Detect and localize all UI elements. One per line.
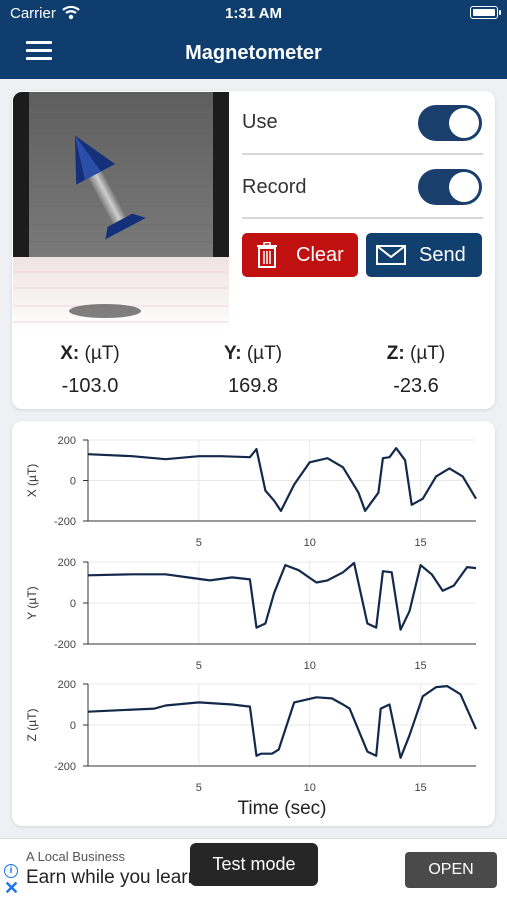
z-axis-label: Z: xyxy=(386,343,405,364)
x-tick-label: 15 xyxy=(414,782,426,794)
clock: 1:31 AM xyxy=(225,5,282,22)
x-value: -103.0 xyxy=(61,375,119,397)
y-tick-label: 0 xyxy=(70,476,76,488)
y-tick-label: 200 xyxy=(58,557,76,569)
z-unit: (µT) xyxy=(410,343,446,364)
ad-advertiser: A Local Business xyxy=(26,849,126,864)
clear-button-label: Clear xyxy=(296,244,344,266)
y-axis-label: Z (µT) xyxy=(25,709,39,742)
sensor-card: Use Record Clear Send X: (µT) -103.0 Y: … xyxy=(12,91,495,409)
charts-card: 200 0 -200 5 10 15 X (µT) 200 0 -200 5 10 15 Y (µT) 20… xyxy=(12,421,495,826)
y-unit: (µT) xyxy=(246,343,283,364)
x-reading: X: (µT) -103.0 xyxy=(20,343,160,398)
y-axis-label: Y (µT) xyxy=(25,586,39,619)
x-axis-label: X: xyxy=(60,343,80,364)
z-reading: Z: (µT) -23.6 xyxy=(346,343,486,398)
send-button-label: Send xyxy=(419,244,466,266)
send-button[interactable]: Send xyxy=(366,233,482,277)
divider xyxy=(242,153,483,155)
z-value: -23.6 xyxy=(393,375,439,397)
magnetometer-charts: 200 0 -200 5 10 15 X (µT) 200 0 -200 5 10 15 Y (µT) 20… xyxy=(25,435,478,819)
x-tick-label: 10 xyxy=(304,537,316,549)
ad-open-button[interactable]: OPEN xyxy=(405,852,497,888)
trash-icon xyxy=(257,242,277,268)
page-title: Magnetometer xyxy=(185,42,322,64)
battery-icon xyxy=(470,6,501,19)
record-label: Record xyxy=(242,176,307,198)
status-bar: Carrier 1:31 AM xyxy=(0,0,507,27)
x-unit: (µT) xyxy=(84,343,120,364)
y-axis-label: Y: xyxy=(223,343,242,364)
clear-button[interactable]: Clear xyxy=(242,233,358,277)
y-axis-label: X (µT) xyxy=(25,464,39,498)
y-tick-label: -200 xyxy=(54,761,76,773)
y-reading: Y: (µT) 169.8 xyxy=(183,343,323,398)
series-line xyxy=(87,561,477,631)
y-tick-label: 200 xyxy=(58,679,76,691)
y-tick-label: 0 xyxy=(70,598,76,610)
close-icon[interactable]: ✕ xyxy=(4,878,19,899)
y-value: 169.8 xyxy=(227,375,279,397)
info-icon[interactable]: i xyxy=(4,864,18,878)
use-label: Use xyxy=(242,111,278,133)
x-tick-label: 10 xyxy=(304,660,316,672)
x-tick-label: 15 xyxy=(414,660,426,672)
x-tick-label: 5 xyxy=(196,782,202,794)
ad-headline: Earn while you learn xyxy=(26,867,196,888)
x-axis-title: Time (sec) xyxy=(237,798,326,819)
series-line xyxy=(87,447,477,513)
x-tick-label: 5 xyxy=(196,660,202,672)
y-tick-label: 0 xyxy=(70,720,76,732)
x-tick-label: 5 xyxy=(196,537,202,549)
x-tick-label: 15 xyxy=(414,537,426,549)
compass-3d-view xyxy=(13,92,229,332)
x-tick-label: 10 xyxy=(304,782,316,794)
test-mode-badge: Test mode xyxy=(190,843,318,886)
use-toggle[interactable] xyxy=(418,105,482,141)
record-toggle[interactable] xyxy=(418,169,482,205)
divider xyxy=(242,217,483,219)
y-tick-label: -200 xyxy=(54,639,76,651)
envelope-icon xyxy=(376,245,406,265)
series-line xyxy=(87,685,478,759)
y-tick-label: 200 xyxy=(58,435,76,447)
y-tick-label: -200 xyxy=(54,516,76,528)
nav-bar: Magnetometer xyxy=(0,27,507,79)
